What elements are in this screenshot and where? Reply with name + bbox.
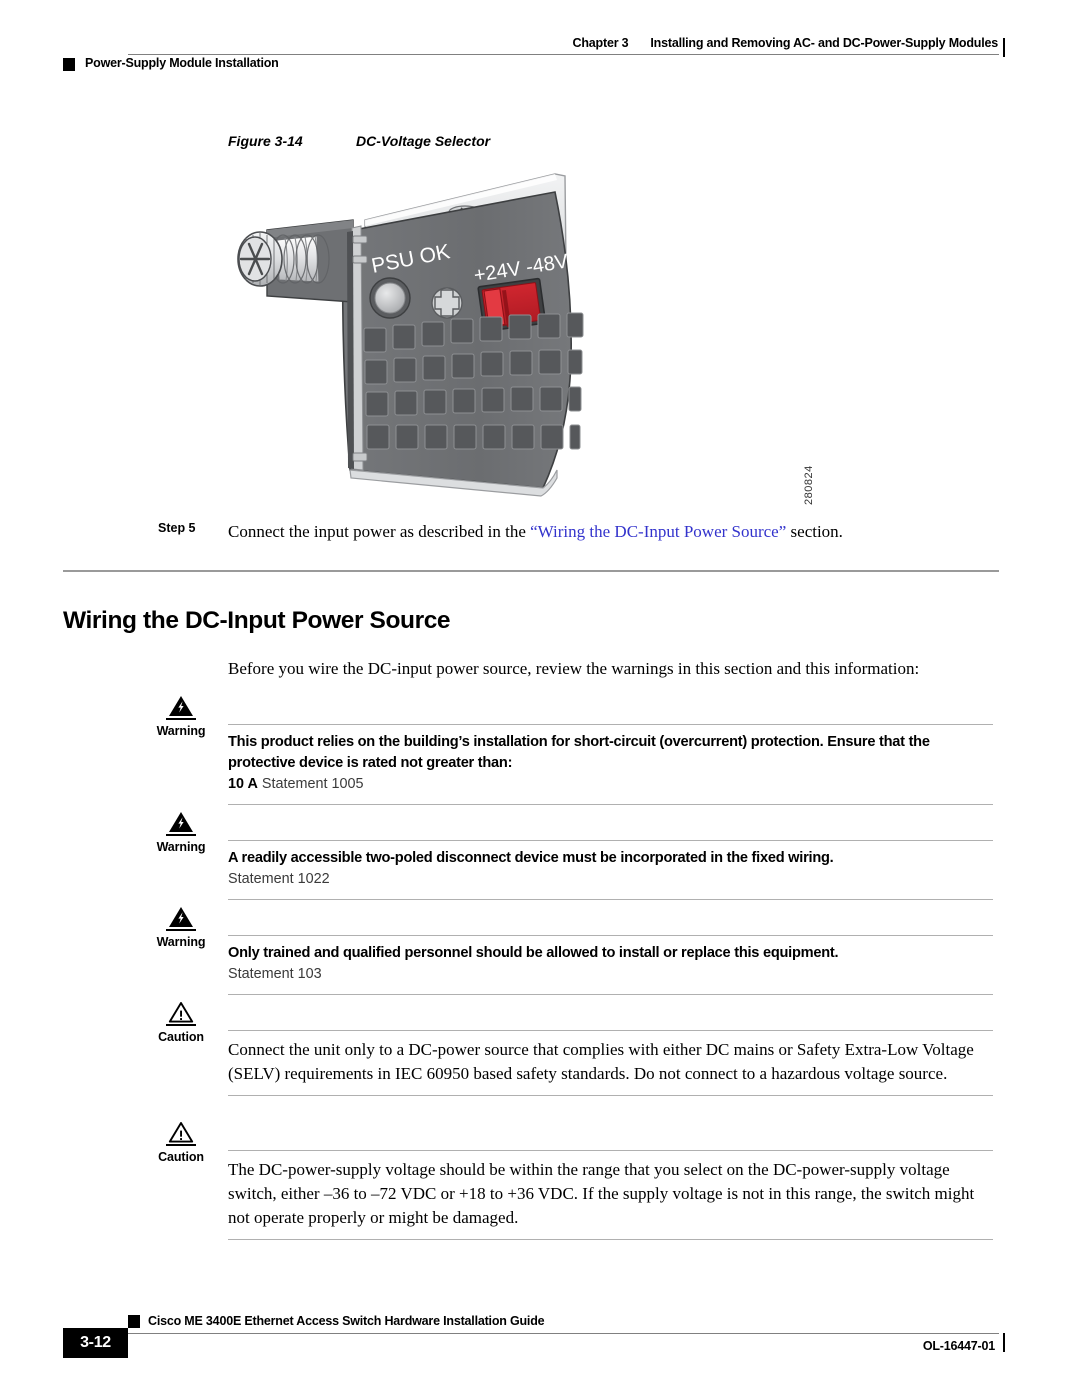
admonition-icon-underline: [166, 1144, 196, 1146]
caution-exclamation-triangle-icon: [168, 1002, 194, 1023]
captive-thumbscrew-icon: [237, 231, 330, 287]
header-chapter-label: Chapter 3: [572, 36, 629, 50]
header-rule: [128, 54, 999, 55]
footer-bullet-square-icon: [128, 1315, 140, 1328]
figure-caption: Figure 3-14 DC-Voltage Selector: [228, 133, 490, 149]
step-label: Step 5: [158, 521, 196, 535]
header-chapter-title: Installing and Removing AC- and DC-Power…: [650, 36, 998, 50]
header-edge-tick: [1003, 38, 1005, 57]
admonition-kind-label: Warning: [156, 935, 206, 949]
admonition-bottom-rule: [228, 994, 993, 995]
warning-lightning-triangle-icon: [169, 696, 193, 716]
admonition-kind-label: Warning: [156, 724, 206, 738]
admonition-icon-underline: [166, 718, 196, 720]
admonition-icon-column: Warning: [140, 906, 222, 949]
admonition-body: Connect the unit only to a DC-power sour…: [228, 1030, 993, 1096]
admonition-rating-value: 10 A: [228, 776, 258, 792]
step-text: Connect the input power as described in …: [228, 520, 1018, 543]
figure-art-id: 280824: [803, 465, 815, 505]
header-chapter-line: Chapter 3 Installing and Removing AC- and…: [128, 36, 999, 50]
section-divider-rule: [63, 570, 999, 572]
admonition-content: This product relies on the building’s in…: [228, 725, 993, 804]
footer-document-title: Cisco ME 3400E Ethernet Access Switch Ha…: [148, 1314, 545, 1328]
footer-rule: [128, 1333, 999, 1334]
admonition-icon-underline: [166, 929, 196, 931]
figure-title: DC-Voltage Selector: [356, 133, 491, 149]
admonition-bold-text: Only trained and qualified personnel sho…: [228, 945, 839, 961]
admonition-kind-label: Warning: [156, 840, 206, 854]
psu-ok-led-icon: [369, 277, 411, 319]
admonition-bottom-rule: [228, 1095, 993, 1096]
admonition-statement-number: Statement 1005: [261, 776, 364, 792]
caution-exclamation-triangle-icon: [168, 1122, 194, 1143]
footer-document-number: OL-16447-01: [922, 1339, 995, 1353]
admonition-icon-column: Warning: [140, 695, 222, 738]
admonition-bold-text: This product relies on the building’s in…: [228, 734, 930, 771]
admonition-body-text: Connect the unit only to a DC-power sour…: [228, 1040, 974, 1083]
dc-power-supply-module-illustration: PSU OK +24V -48V 280824: [225, 170, 815, 535]
page-footer: Cisco ME 3400E Ethernet Access Switch Ha…: [0, 1300, 1080, 1380]
step-text-before: Connect the input power as described in …: [228, 522, 531, 541]
admonition-icon-underline: [166, 1024, 196, 1026]
header-bullet-square-icon: [63, 58, 75, 71]
admonition-bottom-rule: [228, 1239, 993, 1240]
admonition-content: Only trained and qualified personnel sho…: [228, 936, 993, 994]
page-header: Chapter 3 Installing and Removing AC- and…: [0, 0, 1080, 90]
admonition-icon-column: Caution: [140, 1121, 222, 1164]
admonition-icon-column: Warning: [140, 811, 222, 854]
admonition-icon-underline: [166, 834, 196, 836]
header-section-title: Power-Supply Module Installation: [85, 56, 279, 70]
admonition-body: The DC-power-supply voltage should be wi…: [228, 1150, 993, 1240]
admonition-bold-text: A readily accessible two-poled disconnec…: [228, 850, 834, 866]
admonition-statement-number: Statement 1022: [228, 871, 330, 887]
faceplate-phillips-screw-icon: [431, 287, 463, 319]
admonition-content: A readily accessible two-poled disconnec…: [228, 841, 993, 899]
admonition-bottom-rule: [228, 899, 993, 900]
admonition-body: This product relies on the building’s in…: [228, 724, 993, 805]
step-cross-reference-link[interactable]: “Wiring the DC-Input Power Source”: [530, 522, 786, 541]
figure-label: Figure 3-14: [228, 133, 303, 149]
footer-page-number: 3-12: [80, 1334, 111, 1351]
footer-edge-tick: [1003, 1333, 1005, 1352]
admonition-body: A readily accessible two-poled disconnec…: [228, 840, 993, 900]
intro-paragraph: Before you wire the DC-input power sourc…: [228, 659, 920, 678]
admonition-kind-label: Caution: [158, 1150, 204, 1164]
admonition-kind-label: Caution: [158, 1030, 204, 1044]
admonition-content: The DC-power-supply voltage should be wi…: [228, 1151, 993, 1239]
page-section-heading: Wiring the DC-Input Power Source: [63, 607, 451, 634]
admonition-statement-line: 10 A Statement 1005: [228, 774, 993, 795]
step-text-after: section.: [786, 522, 843, 541]
admonition-body-text: The DC-power-supply voltage should be wi…: [228, 1160, 975, 1227]
admonition-content: Connect the unit only to a DC-power sour…: [228, 1031, 993, 1095]
warning-lightning-triangle-icon: [169, 812, 193, 832]
admonition-icon-column: Caution: [140, 1001, 222, 1044]
admonition-body: Only trained and qualified personnel sho…: [228, 935, 993, 995]
admonition-bottom-rule: [228, 804, 993, 805]
warning-lightning-triangle-icon: [169, 907, 193, 927]
admonition-statement-number: Statement 103: [228, 966, 322, 982]
